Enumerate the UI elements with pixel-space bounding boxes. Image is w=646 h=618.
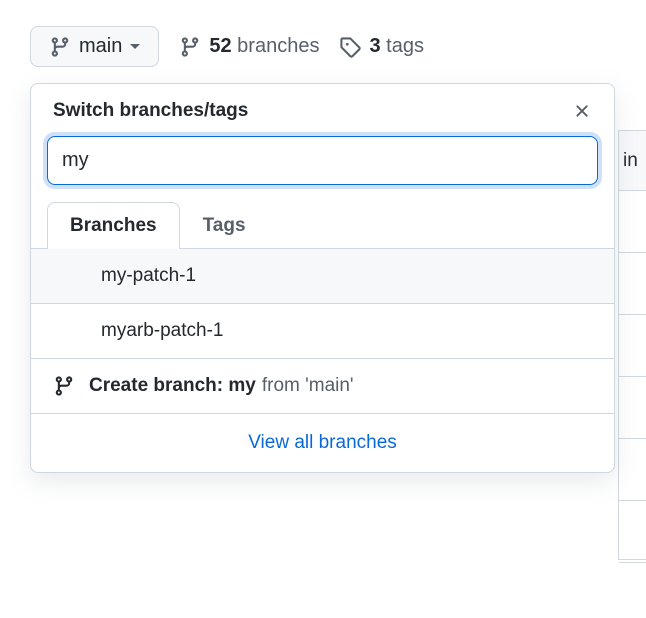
caret-down-icon bbox=[130, 44, 140, 49]
dropdown-title: Switch branches/tags bbox=[53, 100, 248, 122]
branch-search-input[interactable] bbox=[47, 136, 598, 185]
tab-branches[interactable]: Branches bbox=[47, 202, 180, 249]
clipped-panel-row bbox=[619, 253, 646, 315]
create-branch-prefix: Create branch: bbox=[89, 375, 228, 396]
tags-link[interactable]: 3 tags bbox=[339, 35, 424, 58]
clipped-panel-row bbox=[619, 501, 646, 563]
close-icon bbox=[572, 101, 592, 121]
current-branch-label: main bbox=[79, 35, 122, 58]
git-branch-icon bbox=[179, 36, 201, 58]
tags-label: tags bbox=[386, 35, 424, 57]
branches-link[interactable]: 52 branches bbox=[179, 35, 319, 58]
branch-name: myarb-patch-1 bbox=[101, 320, 224, 342]
branch-name: my-patch-1 bbox=[101, 265, 196, 287]
create-branch-query: my bbox=[228, 375, 255, 396]
git-branch-icon bbox=[53, 375, 75, 397]
clipped-panel-row bbox=[619, 377, 646, 439]
branch-result-item[interactable]: myarb-patch-1 bbox=[31, 304, 614, 359]
create-branch-from: from 'main' bbox=[262, 375, 354, 396]
tab-tags[interactable]: Tags bbox=[180, 202, 269, 249]
branch-result-item[interactable]: my-patch-1 bbox=[31, 249, 614, 304]
tag-icon bbox=[339, 36, 361, 58]
view-all-branches-link[interactable]: View all branches bbox=[31, 414, 614, 472]
clipped-panel-row bbox=[619, 315, 646, 377]
clipped-panel-row bbox=[619, 439, 646, 501]
branches-label: branches bbox=[237, 35, 319, 57]
tags-count: 3 bbox=[369, 35, 380, 57]
create-branch-item[interactable]: Create branch: my from 'main' bbox=[31, 359, 614, 414]
branches-count: 52 bbox=[209, 35, 231, 57]
clipped-panel-row bbox=[619, 191, 646, 253]
branch-switcher-dropdown: Switch branches/tags Branches Tags my-pa… bbox=[30, 83, 615, 473]
close-button[interactable] bbox=[572, 101, 592, 121]
git-branch-icon bbox=[49, 36, 71, 58]
branch-selector-button[interactable]: main bbox=[30, 26, 159, 67]
clipped-panel-header: in bbox=[619, 131, 646, 191]
